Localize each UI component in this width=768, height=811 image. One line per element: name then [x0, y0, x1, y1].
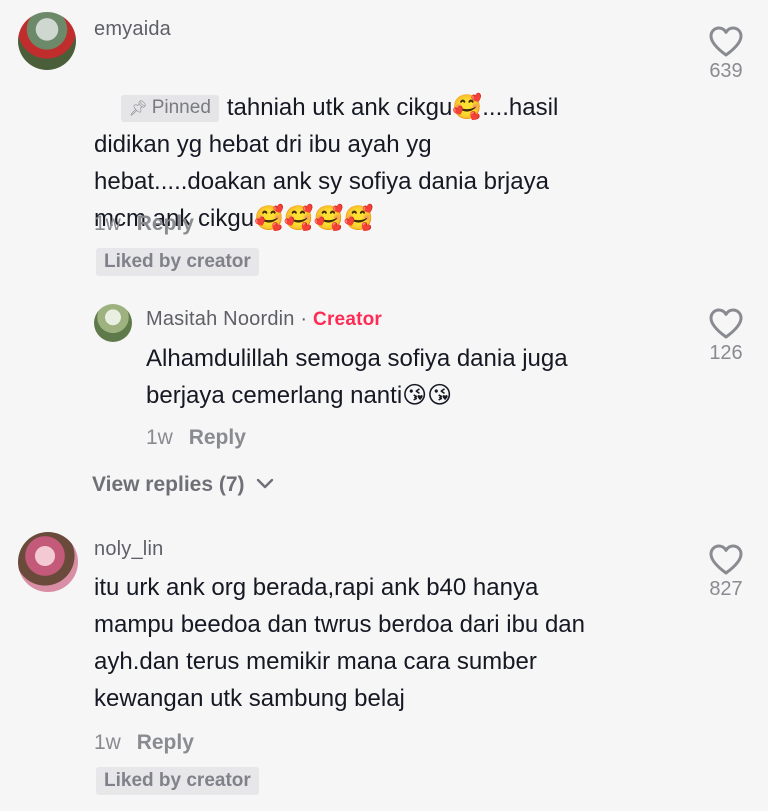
- creator-badge: Creator: [313, 309, 383, 330]
- pinned-label: Pinned: [151, 97, 211, 118]
- avatar[interactable]: [18, 532, 78, 592]
- comment-line: ayh.dan terus memikir mana cara sumber: [94, 648, 537, 675]
- heart-outline-icon[interactable]: [709, 26, 743, 58]
- pin-icon: 📌︎: [128, 100, 148, 117]
- view-replies-label: View replies (7): [92, 473, 245, 496]
- avatar[interactable]: [94, 304, 132, 342]
- comment-time: 1w: [94, 731, 121, 754]
- like-count: 639: [709, 60, 743, 82]
- comment-time: 1w: [94, 212, 121, 235]
- chevron-down-icon: [257, 478, 274, 489]
- view-replies-button[interactable]: View replies (7): [92, 473, 274, 497]
- heart-outline-icon[interactable]: [709, 544, 743, 576]
- comment-time: 1w: [146, 426, 173, 449]
- comment-line: kewangan utk sambung belaj: [94, 685, 405, 712]
- comment-line: tahniah utk ank cikgu🥰....hasil: [226, 94, 559, 121]
- comment-line: itu urk ank org berada,rapi ank b40 hany…: [94, 574, 539, 601]
- comment-username[interactable]: emyaida: [94, 18, 171, 41]
- comment-text: 📌︎ Pinned tahniah utk ank cikgu🥰....hasil …: [94, 52, 558, 237]
- reply-button[interactable]: Reply: [137, 731, 194, 754]
- separator-dot: ·: [300, 308, 308, 330]
- liked-by-creator-badge: Liked by creator: [96, 248, 259, 276]
- reply-button[interactable]: Reply: [137, 212, 194, 235]
- comment-line: mampu beedoa dan twrus berdoa dari ibu d…: [94, 611, 585, 638]
- liked-by-creator-badge: Liked by creator: [96, 767, 259, 795]
- like-button[interactable]: 639: [696, 26, 756, 83]
- comment-username[interactable]: noly_lin: [94, 538, 163, 561]
- avatar[interactable]: [18, 12, 76, 70]
- pinned-badge: 📌︎ Pinned: [120, 95, 219, 122]
- like-button[interactable]: 827: [696, 544, 756, 601]
- comment-username[interactable]: Masitah Noordin: [146, 308, 295, 330]
- comment-meta: 1w Reply: [94, 731, 194, 755]
- comment-text: itu urk ank org berada,rapi ank b40 hany…: [94, 569, 585, 717]
- comment-line: hebat.....doakan ank sy sofiya dania brj…: [94, 168, 549, 195]
- comment-line: Alhamdulillah semoga sofiya dania juga: [146, 345, 568, 372]
- reply-button[interactable]: Reply: [189, 426, 246, 449]
- like-count: 827: [709, 578, 743, 600]
- comment-meta: 1w Reply: [94, 212, 194, 236]
- comment-line: berjaya cemerlang nanti😘😘: [146, 382, 453, 409]
- like-count: 126: [709, 342, 743, 364]
- like-button[interactable]: 126: [696, 308, 756, 365]
- heart-outline-icon[interactable]: [709, 308, 743, 340]
- comment-text: Alhamdulillah semoga sofiya dania juga b…: [146, 340, 568, 414]
- comment-line: didikan yg hebat dri ibu ayah yg: [94, 131, 432, 158]
- comment-header: Masitah Noordin · Creator: [146, 308, 382, 331]
- comment-meta: 1w Reply: [146, 426, 246, 450]
